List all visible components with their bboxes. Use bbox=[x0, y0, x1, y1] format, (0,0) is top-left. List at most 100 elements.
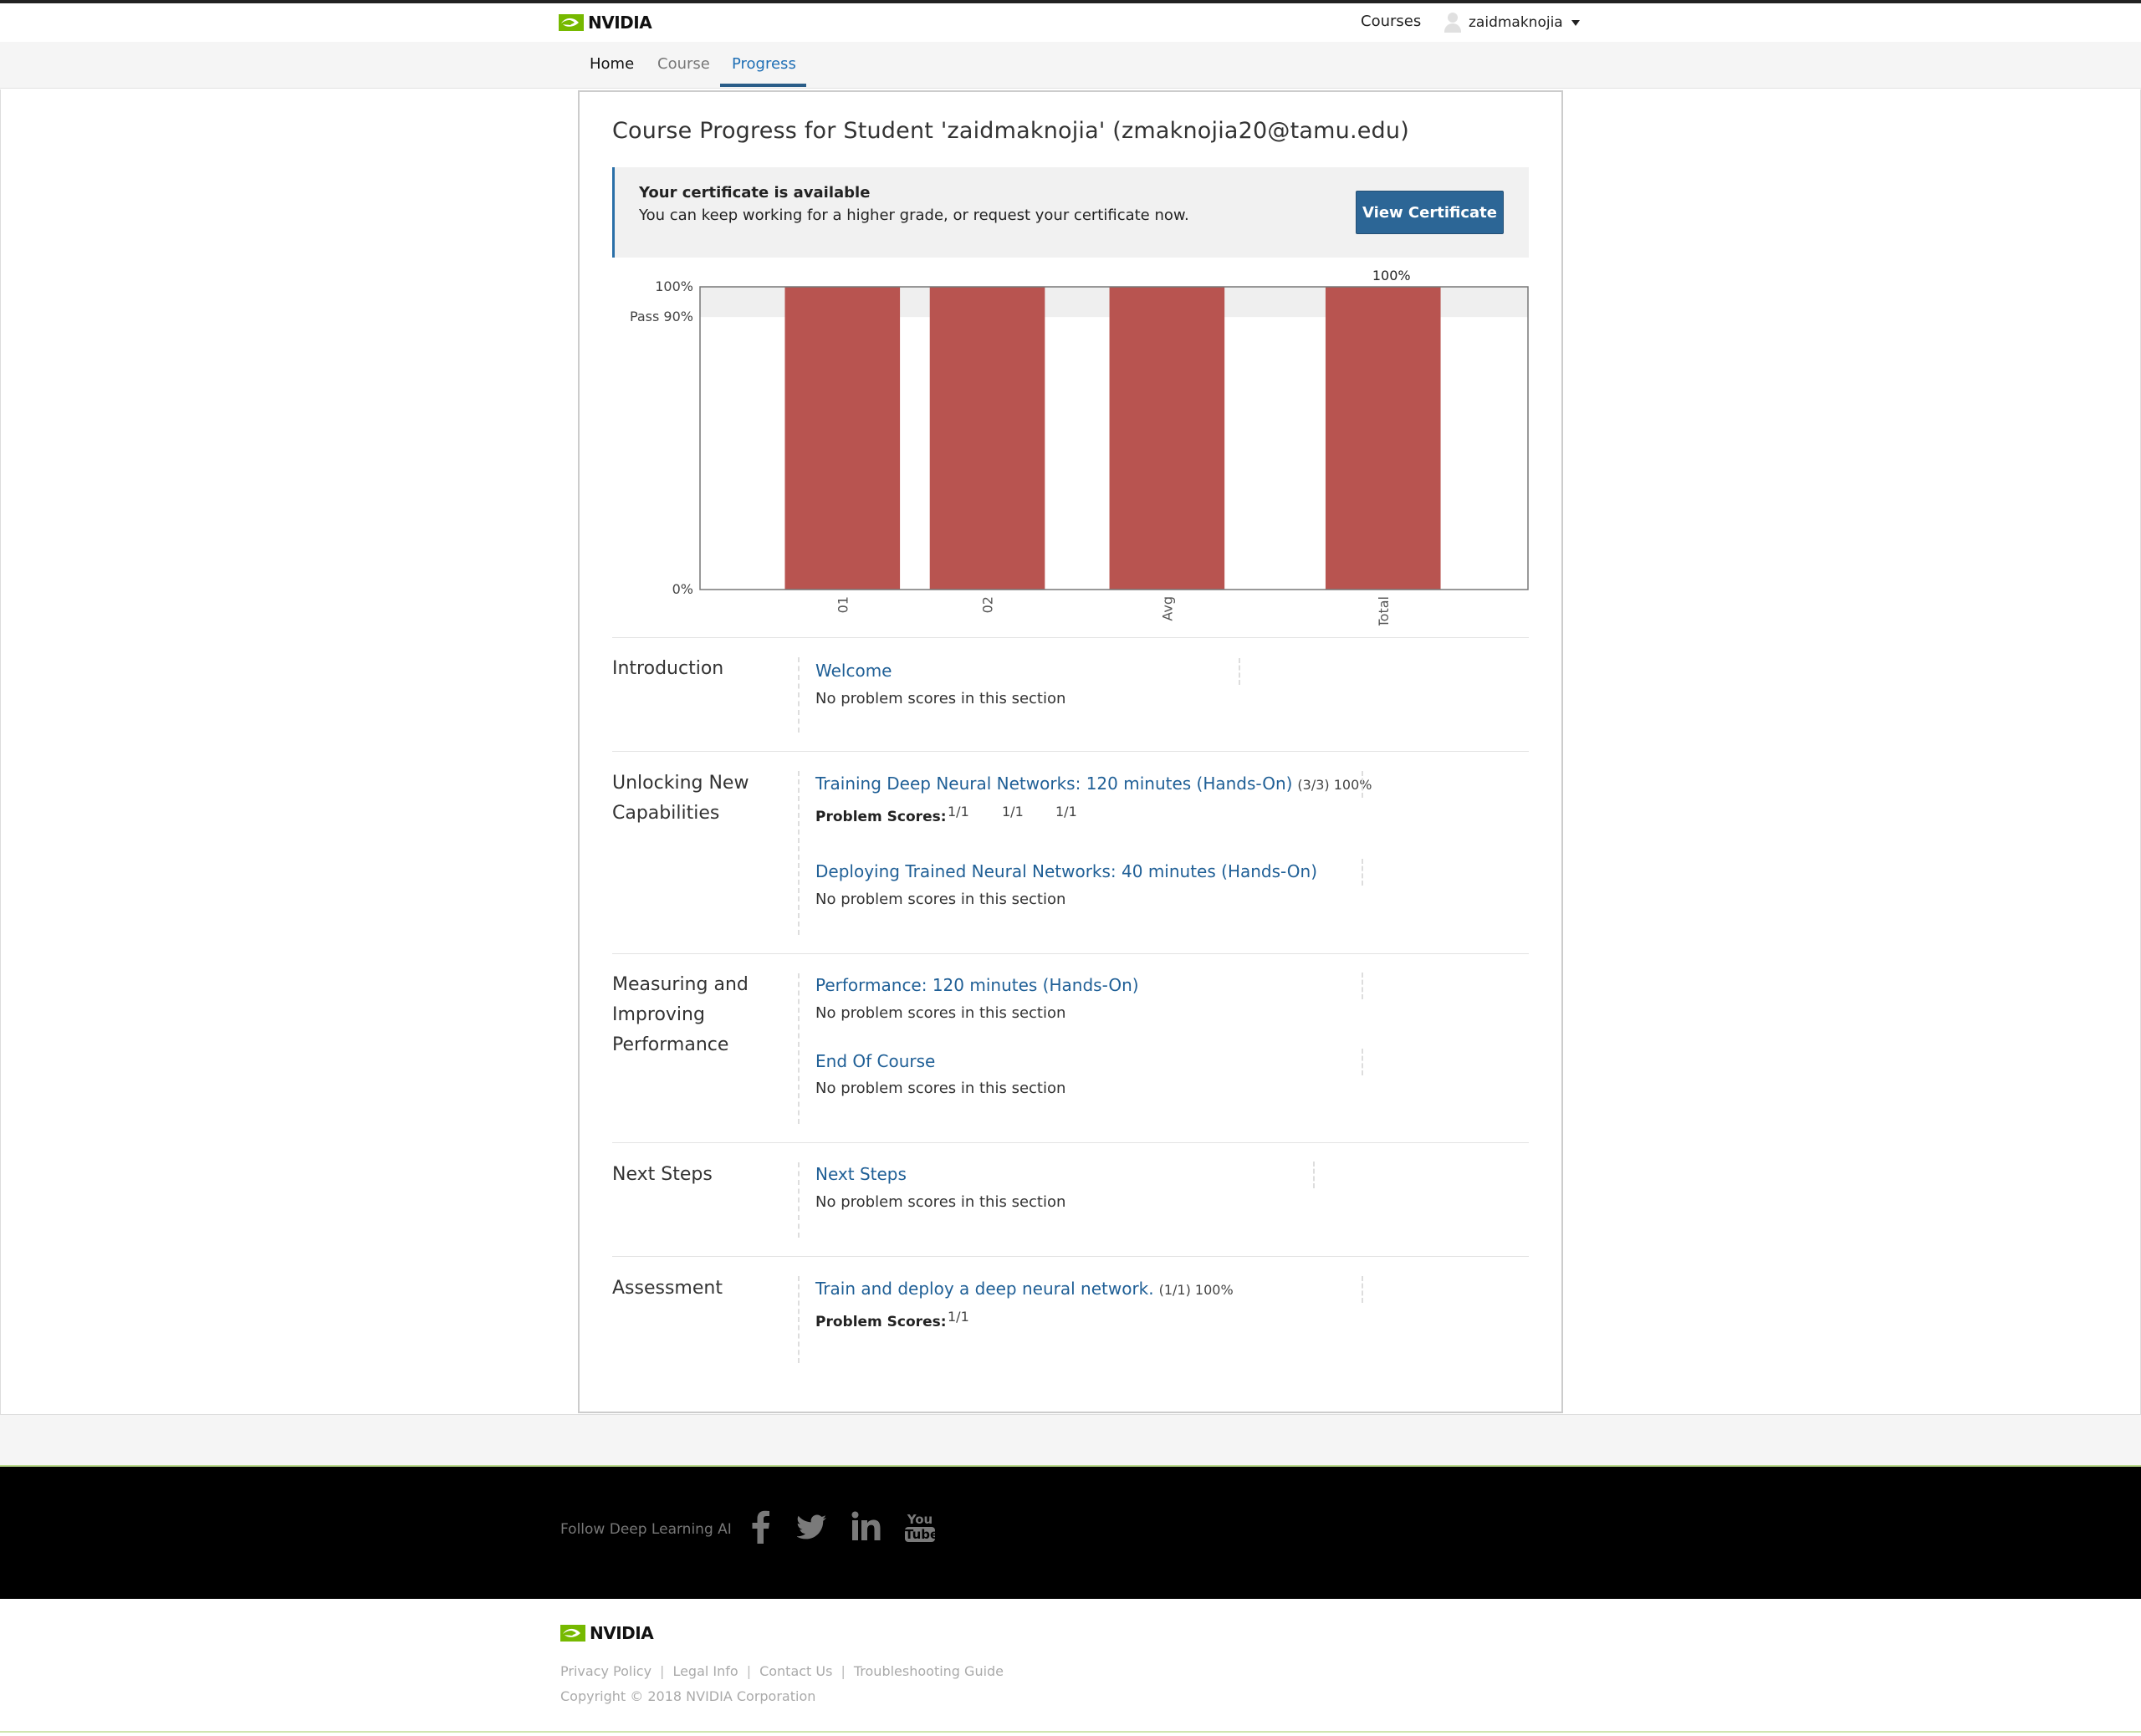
section-separator bbox=[1362, 859, 1363, 886]
contact-us-link[interactable]: Contact Us bbox=[759, 1663, 832, 1679]
bar-total bbox=[1325, 287, 1441, 590]
chapter-divider bbox=[612, 1256, 1529, 1257]
section-separator bbox=[1313, 1162, 1315, 1188]
chapter-separator bbox=[798, 1162, 800, 1238]
section-link[interactable]: Welcome bbox=[815, 661, 892, 681]
nvidia-eye-icon bbox=[560, 1625, 585, 1642]
section-link[interactable]: Next Steps bbox=[815, 1164, 907, 1184]
x-tick-avg: Avg bbox=[1159, 596, 1175, 621]
view-certificate-button[interactable]: View Certificate bbox=[1356, 191, 1504, 234]
section-note: No problem scores in this section bbox=[815, 1193, 1066, 1211]
chapter-name: Measuring and Improving Performance bbox=[612, 974, 749, 1055]
bar-01 bbox=[784, 287, 901, 590]
chapter-name: Next Steps bbox=[612, 1164, 713, 1185]
total-value-label: 100% bbox=[1372, 268, 1411, 283]
nvidia-wordmark: NVIDIA bbox=[588, 13, 652, 33]
section-score-summary: (1/1) 100% bbox=[1158, 1282, 1234, 1298]
follow-text: Follow Deep Learning AI bbox=[560, 1521, 732, 1538]
nvidia-wordmark: NVIDIA bbox=[590, 1623, 654, 1643]
troubleshooting-guide-link[interactable]: Troubleshooting Guide bbox=[854, 1663, 1004, 1679]
active-tab-indicator bbox=[720, 84, 806, 87]
grade-chart: 100% Pass 90% 0% 100% 01 02 Avg Total bbox=[630, 268, 1529, 625]
x-tick-02: 02 bbox=[980, 596, 996, 613]
social-footer bbox=[0, 1467, 2141, 1599]
course-nav: Home Course Progress bbox=[0, 42, 2141, 89]
youtube-you-text: You bbox=[907, 1512, 933, 1527]
section-title: Next Steps bbox=[815, 1164, 907, 1184]
site-header: NVIDIA Courses zaidmaknojia bbox=[0, 3, 2141, 42]
linkedin-icon[interactable] bbox=[851, 1510, 881, 1544]
problem-score: 1/1 bbox=[1055, 804, 1077, 819]
certificate-message: You can keep working for a higher grade,… bbox=[639, 207, 1189, 224]
chapter-separator bbox=[798, 1276, 800, 1363]
link-separator: | bbox=[746, 1663, 752, 1679]
y-tick-0: 0% bbox=[672, 581, 693, 597]
page-title: Course Progress for Student 'zaidmaknoji… bbox=[612, 118, 1409, 144]
section-link[interactable]: Train and deploy a deep neural network.(… bbox=[815, 1279, 1234, 1299]
footer-nvidia-logo[interactable]: NVIDIA bbox=[560, 1623, 654, 1643]
chapter-divider bbox=[612, 953, 1529, 954]
username: zaidmaknojia bbox=[1469, 14, 1563, 31]
section-link[interactable]: Training Deep Neural Networks: 120 minut… bbox=[815, 774, 1372, 794]
youtube-tube-text: Tube bbox=[905, 1527, 939, 1542]
section-link[interactable]: End Of Course bbox=[815, 1051, 935, 1071]
section-separator bbox=[1362, 1049, 1363, 1075]
caret-down-icon bbox=[1571, 19, 1580, 26]
chapter-divider bbox=[612, 637, 1529, 638]
section-separator bbox=[1362, 771, 1363, 798]
x-tick-labels: 01 02 Avg Total bbox=[835, 596, 1391, 625]
avatar bbox=[1444, 12, 1462, 33]
youtube-icon[interactable]: You Tube bbox=[905, 1512, 939, 1542]
twitter-icon[interactable] bbox=[797, 1510, 827, 1544]
chapter-name: Unlocking New Capabilities bbox=[612, 773, 749, 824]
section-title: Train and deploy a deep neural network. bbox=[815, 1279, 1154, 1299]
footer-links: Privacy Policy | Legal Info | Contact Us… bbox=[560, 1663, 1004, 1679]
section-note: No problem scores in this section bbox=[815, 1080, 1066, 1097]
chapter-separator bbox=[798, 973, 800, 1124]
problem-scores-label: Problem Scores: bbox=[815, 1314, 947, 1330]
section-link[interactable]: Performance: 120 minutes (Hands-On) bbox=[815, 975, 1139, 995]
user-menu[interactable]: zaidmaknojia bbox=[1444, 12, 1580, 33]
section-title: Welcome bbox=[815, 661, 892, 681]
chapter-separator bbox=[798, 771, 800, 935]
tab-course[interactable]: Course bbox=[657, 55, 710, 73]
legal-info-link[interactable]: Legal Info bbox=[672, 1663, 738, 1679]
tab-progress[interactable]: Progress bbox=[732, 55, 796, 73]
bottom-accent-line bbox=[0, 1731, 2141, 1733]
certificate-title: Your certificate is available bbox=[639, 184, 871, 202]
problem-scores-label: Problem Scores: bbox=[815, 809, 947, 825]
bar-avg bbox=[1109, 287, 1225, 590]
section-note: No problem scores in this section bbox=[815, 690, 1066, 707]
chapter-divider bbox=[612, 1142, 1529, 1143]
section-title: Training Deep Neural Networks: 120 minut… bbox=[815, 774, 1293, 794]
section-note: No problem scores in this section bbox=[815, 1004, 1066, 1022]
section-title: Deploying Trained Neural Networks: 40 mi… bbox=[815, 861, 1318, 881]
tab-home[interactable]: Home bbox=[590, 55, 634, 73]
section-title: Performance: 120 minutes (Hands-On) bbox=[815, 975, 1139, 995]
y-tick-100: 100% bbox=[655, 278, 693, 294]
section-separator bbox=[1362, 973, 1363, 999]
section-link[interactable]: Deploying Trained Neural Networks: 40 mi… bbox=[815, 861, 1317, 881]
courses-link[interactable]: Courses bbox=[1361, 13, 1421, 30]
nvidia-eye-icon bbox=[559, 14, 584, 31]
link-separator: | bbox=[660, 1663, 665, 1679]
problem-score: 1/1 bbox=[948, 804, 969, 819]
x-tick-total: Total bbox=[1376, 596, 1392, 625]
facebook-icon[interactable] bbox=[752, 1510, 770, 1544]
chapter-separator bbox=[798, 657, 800, 733]
nvidia-logo[interactable]: NVIDIA bbox=[559, 13, 652, 33]
privacy-policy-link[interactable]: Privacy Policy bbox=[560, 1663, 651, 1679]
chapter-name: Introduction bbox=[612, 658, 724, 679]
chapter-divider bbox=[612, 751, 1529, 752]
chart-bars bbox=[784, 287, 1441, 590]
section-separator bbox=[1239, 658, 1240, 685]
copyright: Copyright © 2018 NVIDIA Corporation bbox=[560, 1688, 816, 1704]
chapter-name: Assessment bbox=[612, 1278, 723, 1299]
section-title: End Of Course bbox=[815, 1051, 936, 1071]
x-tick-01: 01 bbox=[835, 596, 851, 613]
y-tick-pass: Pass 90% bbox=[630, 309, 693, 324]
footer-spacer bbox=[0, 1415, 2141, 1465]
bar-02 bbox=[929, 287, 1045, 590]
link-separator: | bbox=[841, 1663, 846, 1679]
section-separator bbox=[1362, 1276, 1363, 1303]
